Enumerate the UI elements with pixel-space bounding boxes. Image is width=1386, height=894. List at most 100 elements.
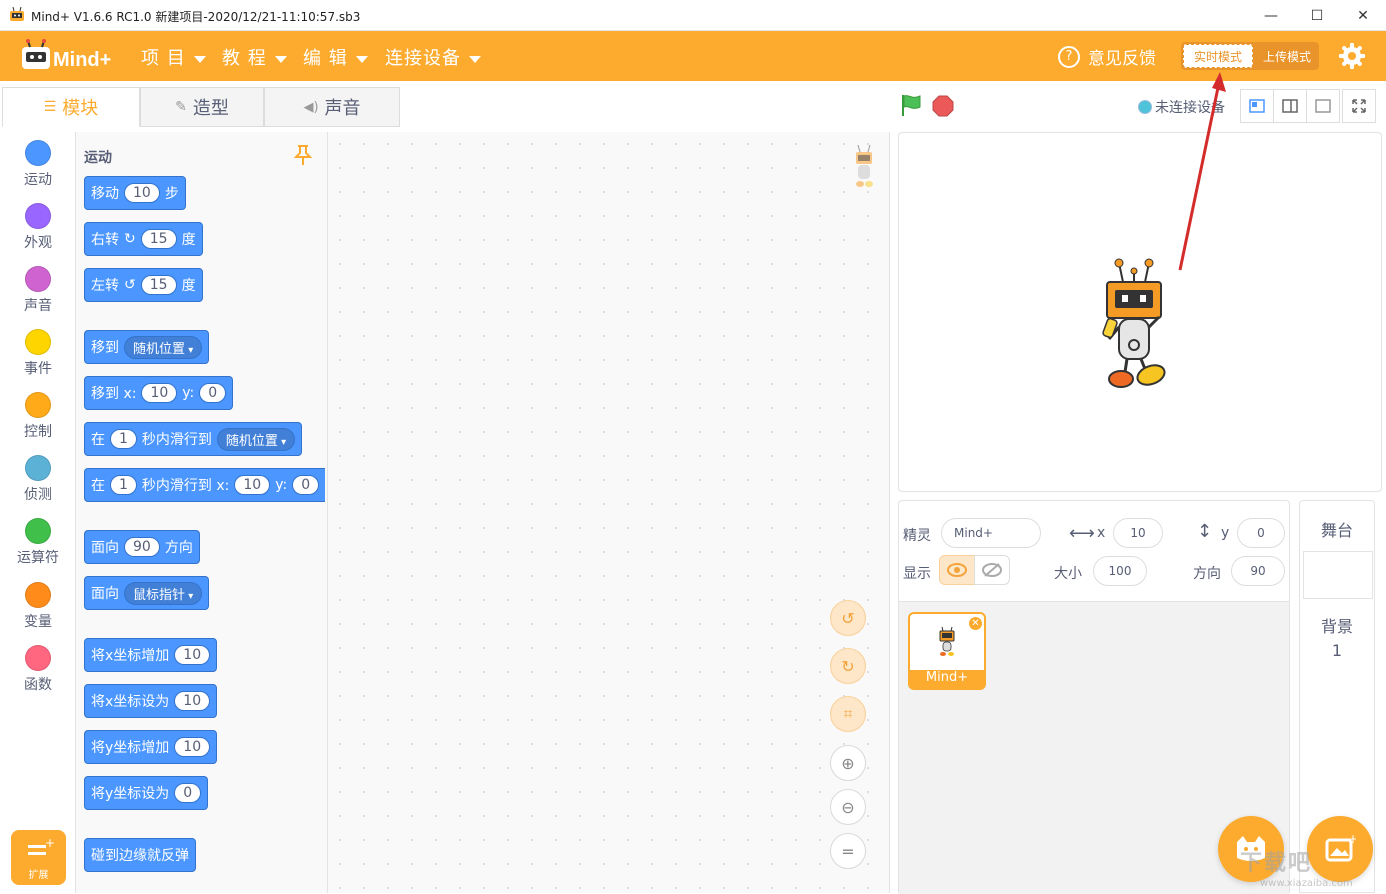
category-operators[interactable]: 运算符: [0, 518, 76, 567]
normal-stage-button[interactable]: [1273, 89, 1307, 123]
block-input[interactable]: 0: [292, 475, 320, 495]
show-hidden-button[interactable]: [974, 555, 1010, 585]
block-input[interactable]: 10: [174, 691, 211, 711]
block-dropdown[interactable]: 鼠标指针: [124, 581, 203, 605]
add-backdrop-button[interactable]: +: [1307, 816, 1373, 882]
block-input[interactable]: 1: [110, 429, 137, 449]
block-input[interactable]: 10: [141, 383, 178, 403]
x-label: x: [1097, 525, 1106, 541]
category-dot: [25, 455, 51, 481]
chevron-down-icon: [355, 55, 368, 63]
menu-connect-device[interactable]: 连接设备: [385, 44, 481, 70]
tab-sounds[interactable]: ◀) 声音: [264, 87, 400, 127]
watermark: 下载吧: [1240, 851, 1313, 876]
block-dropdown[interactable]: 随机位置: [124, 335, 203, 359]
small-stage-button[interactable]: [1240, 89, 1274, 123]
category-events[interactable]: 事件: [0, 329, 76, 378]
category-functions[interactable]: 函数: [0, 645, 76, 694]
block-bounce-on-edge[interactable]: 碰到边缘就反弹: [84, 838, 196, 872]
sprite-card[interactable]: Mind+ ✕: [908, 612, 986, 690]
category-variables[interactable]: 变量: [0, 582, 76, 631]
block-glide-to-xy[interactable]: 在 1 秒内滑行到 x: 10 y: 0: [84, 468, 326, 502]
zoom-reset-button[interactable]: =: [830, 833, 866, 869]
block-input[interactable]: 0: [174, 783, 202, 803]
block-dropdown[interactable]: 随机位置: [216, 427, 296, 451]
block-change-y[interactable]: 将y坐标增加 10: [84, 730, 218, 764]
block-set-y[interactable]: 将y坐标设为 0: [84, 776, 209, 810]
block-turn-left[interactable]: 左转 ↺ 15 度: [84, 268, 203, 302]
maximize-button[interactable]: ☐: [1294, 0, 1340, 31]
speaker-icon: ◀): [303, 99, 319, 115]
block-glide-to[interactable]: 在 1 秒内滑行到 随机位置: [84, 422, 303, 456]
block-text: y:: [182, 385, 195, 401]
category-label: 控制: [24, 424, 52, 440]
extensions-button[interactable]: + 扩展: [11, 830, 66, 885]
category-menu: 运动 外观 声音 事件 控制 侦测 运算符 变量 函数: [0, 132, 76, 893]
block-text: 面向: [91, 540, 119, 556]
category-sound[interactable]: 声音: [0, 266, 76, 315]
stop-icon[interactable]: [932, 95, 954, 117]
tab-costumes[interactable]: ✎ 造型: [140, 87, 264, 127]
tab-blocks[interactable]: ☰ 模块: [2, 87, 140, 127]
green-flag-icon[interactable]: [900, 93, 924, 117]
block-point-towards[interactable]: 面向 鼠标指针: [84, 576, 210, 610]
block-input[interactable]: 10: [174, 645, 211, 665]
category-control[interactable]: 控制: [0, 392, 76, 441]
block-input[interactable]: 15: [140, 229, 177, 249]
equals-icon: =: [841, 841, 855, 861]
fullscreen-button[interactable]: [1342, 89, 1376, 123]
direction-input[interactable]: 90: [1231, 556, 1285, 586]
redo-button[interactable]: ↻: [830, 648, 866, 684]
stage-canvas[interactable]: [898, 132, 1382, 492]
block-input[interactable]: 10: [124, 183, 160, 203]
category-looks[interactable]: 外观: [0, 203, 76, 252]
block-input[interactable]: 10: [234, 475, 271, 495]
feedback-button[interactable]: ? 意见反馈: [1058, 44, 1156, 69]
clean-up-button[interactable]: ⌗: [830, 696, 866, 732]
pin-icon[interactable]: [294, 144, 312, 166]
delete-sprite-icon[interactable]: ✕: [968, 616, 983, 631]
show-visible-button[interactable]: [939, 555, 975, 585]
block-text: 左转: [91, 278, 119, 294]
menu-tutorial[interactable]: 教 程: [222, 44, 287, 70]
live-mode-button[interactable]: 实时模式: [1183, 44, 1253, 68]
menu-edit[interactable]: 编 辑: [303, 44, 368, 70]
mode-switch[interactable]: 实时模式 上传模式: [1181, 42, 1319, 70]
block-go-to-xy[interactable]: 移到 x: 10 y: 0: [84, 376, 234, 410]
block-text: 移到 x:: [91, 386, 137, 402]
undo-icon: ↺: [841, 608, 855, 628]
mindplus-logo[interactable]: Mind+: [20, 39, 120, 73]
close-button[interactable]: ✕: [1340, 0, 1386, 31]
block-change-x[interactable]: 将x坐标增加 10: [84, 638, 218, 672]
block-input[interactable]: 1: [110, 475, 137, 495]
x-input[interactable]: 10: [1113, 518, 1163, 548]
block-move-steps[interactable]: 移动 10 步: [84, 176, 186, 210]
undo-button[interactable]: ↺: [830, 600, 866, 636]
block-turn-right[interactable]: 右转 ↻ 15 度: [84, 222, 203, 256]
minimize-button[interactable]: —: [1248, 0, 1294, 31]
script-workspace[interactable]: ↺ ↻ ⌗ ⊕ ⊖ =: [328, 132, 890, 893]
block-text: 方向: [164, 540, 193, 556]
mindplus-robot-sprite[interactable]: [1099, 257, 1169, 392]
block-input[interactable]: 15: [140, 275, 177, 295]
sprite-name-input[interactable]: Mind+: [941, 518, 1041, 548]
y-input[interactable]: 0: [1237, 518, 1285, 548]
brush-icon: ✎: [175, 99, 187, 115]
gear-icon[interactable]: [1338, 42, 1366, 70]
blocks-icon: ☰: [43, 99, 57, 115]
block-point-direction[interactable]: 面向 90 方向: [84, 530, 200, 564]
block-set-x[interactable]: 将x坐标设为 10: [84, 684, 218, 718]
block-input[interactable]: 90: [124, 537, 160, 557]
size-input[interactable]: 100: [1093, 556, 1147, 586]
zoom-out-button[interactable]: ⊖: [830, 789, 866, 825]
stage-thumbnail[interactable]: [1303, 551, 1373, 599]
upload-mode-button[interactable]: 上传模式: [1255, 42, 1319, 70]
block-go-to[interactable]: 移到 随机位置: [84, 330, 210, 364]
category-sensing[interactable]: 侦测: [0, 455, 76, 504]
block-input[interactable]: 0: [199, 383, 227, 403]
block-input[interactable]: 10: [174, 737, 211, 757]
wide-stage-button[interactable]: [1306, 89, 1340, 123]
menu-project[interactable]: 项 目: [141, 44, 206, 70]
zoom-in-button[interactable]: ⊕: [830, 745, 866, 781]
category-motion[interactable]: 运动: [0, 140, 76, 189]
